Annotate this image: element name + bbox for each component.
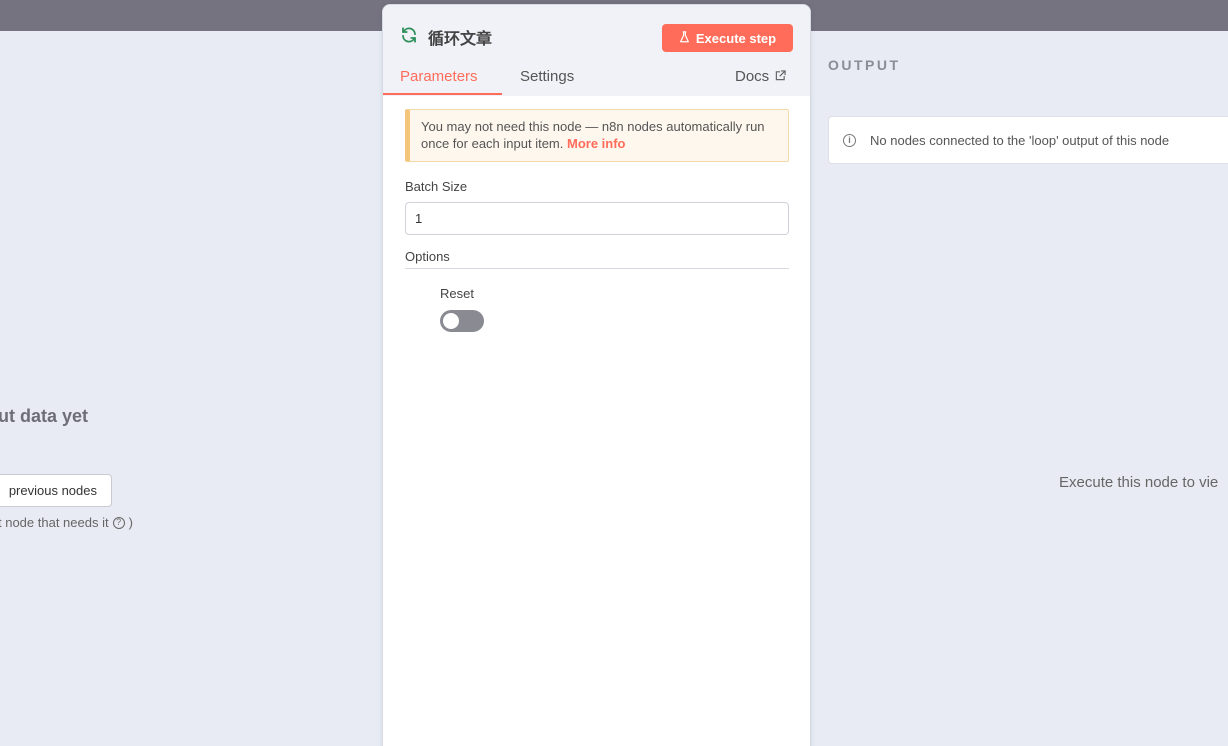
node-parameters-panel: 循环文章 Execute step Parameters Settings Do… (382, 4, 811, 746)
input-hint-suffix: ) (128, 515, 133, 530)
output-execute-hint: Execute this node to vie (1059, 474, 1219, 491)
input-panel: ut data yet previous nodes t node that n… (0, 31, 382, 746)
input-hint-text: t node that needs it (0, 515, 109, 530)
loop-icon (400, 26, 418, 49)
batch-size-label: Batch Size (405, 179, 468, 194)
options-divider (405, 268, 789, 269)
active-tab-indicator (383, 93, 502, 95)
node-title-row: 循环文章 (400, 25, 492, 49)
reset-toggle[interactable] (440, 310, 484, 332)
info-icon: i (843, 133, 856, 147)
options-label: Options (405, 249, 450, 264)
notice-banner: You may not need this node — n8n nodes a… (405, 109, 789, 162)
more-info-link[interactable]: More info (567, 136, 626, 151)
tab-parameters[interactable]: Parameters (400, 68, 478, 85)
tab-settings[interactable]: Settings (520, 68, 574, 85)
output-heading: OUTPUT (828, 57, 901, 73)
node-tabs: Parameters Settings Docs (383, 66, 810, 96)
batch-size-input[interactable]: 1 (405, 202, 789, 235)
flask-icon (679, 30, 690, 46)
execute-step-label: Execute step (695, 30, 777, 46)
input-hint: t node that needs it ? ) (0, 515, 133, 530)
tab-docs[interactable]: Docs (735, 68, 786, 85)
output-info-box: i No nodes connected to the 'loop' outpu… (828, 116, 1228, 164)
reset-label: Reset (440, 286, 474, 301)
execute-previous-nodes-button[interactable]: previous nodes (0, 474, 112, 507)
node-header: 循环文章 Execute step Parameters Settings Do… (383, 5, 810, 96)
output-message: No nodes connected to the 'loop' output … (870, 132, 1170, 148)
input-empty-title: ut data yet (0, 406, 89, 426)
toggle-knob (443, 313, 459, 329)
execute-step-button[interactable]: Execute step (662, 24, 793, 52)
node-title[interactable]: 循环文章 (428, 25, 492, 49)
external-link-icon (775, 68, 786, 85)
help-icon[interactable]: ? (112, 516, 125, 529)
docs-label: Docs (735, 68, 770, 85)
